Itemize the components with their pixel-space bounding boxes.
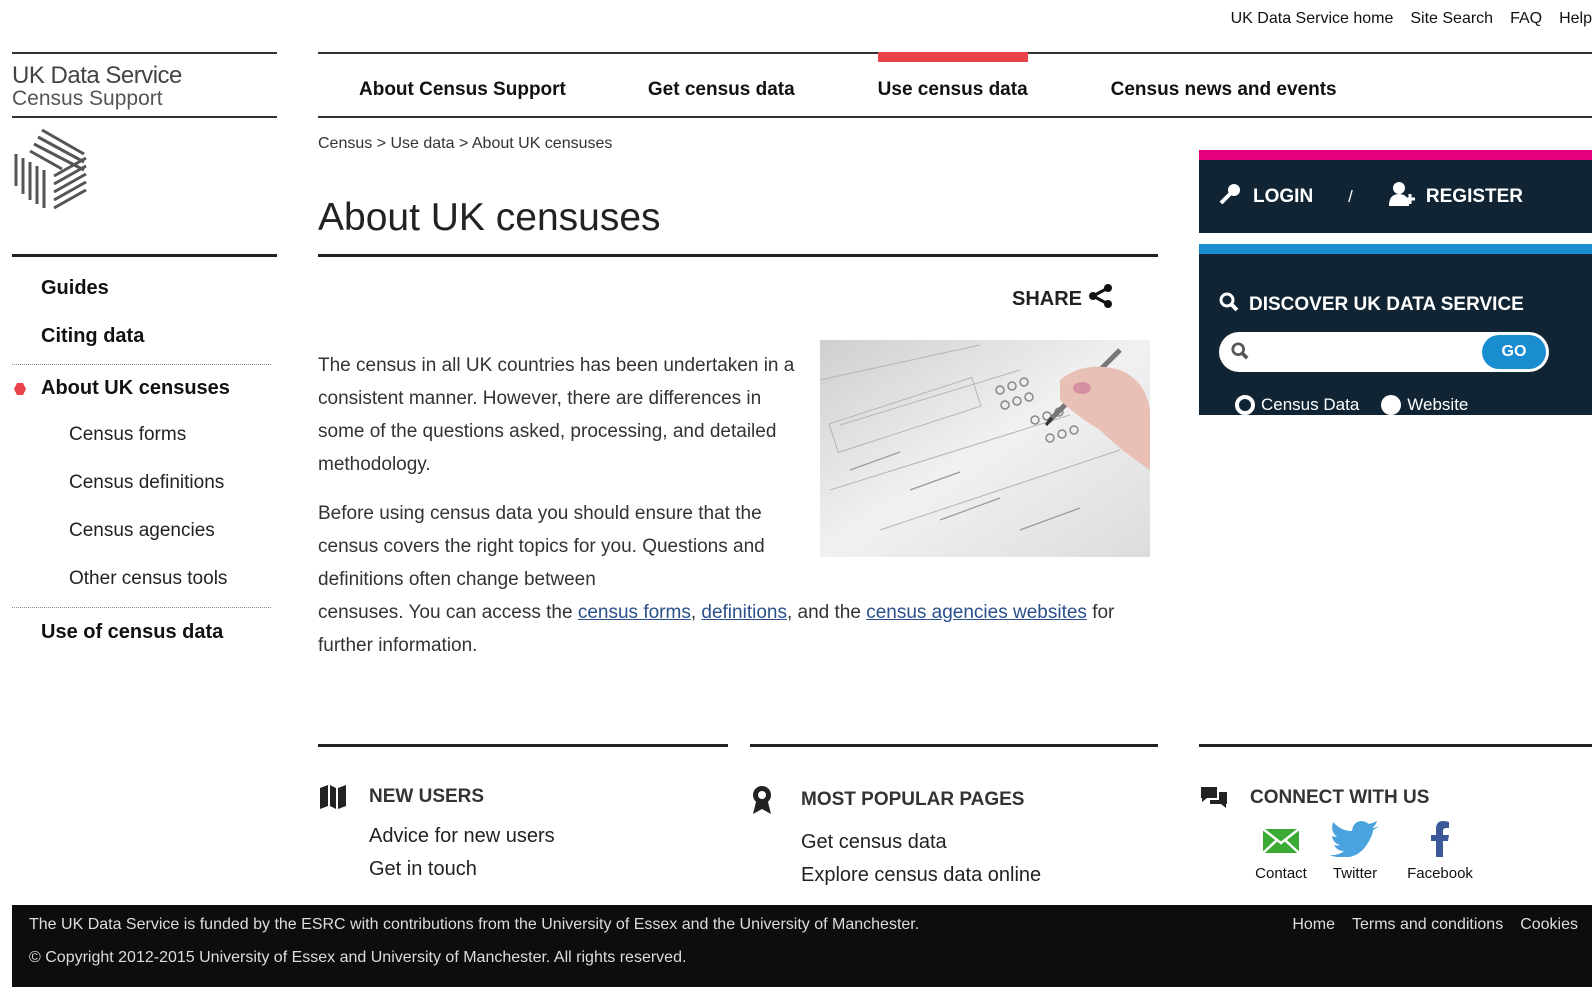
page-title: About UK censuses (318, 196, 661, 239)
contact-label: Contact (1255, 865, 1307, 882)
share-button[interactable]: SHARE (1012, 284, 1114, 314)
key-icon (1219, 183, 1241, 211)
footer-home-link[interactable]: Home (1292, 916, 1335, 934)
util-link-faq[interactable]: FAQ (1510, 10, 1542, 28)
facebook-icon (1429, 821, 1451, 861)
sidebar-item-citing-data[interactable]: Citing data (12, 312, 277, 360)
footer-cookies-link[interactable]: Cookies (1520, 916, 1578, 934)
nav-use-census-data[interactable]: Use census data (877, 52, 1028, 116)
radio-unselected-icon (1381, 395, 1402, 415)
connect-column: CONNECT WITH US Contact Twitter Facebook (1199, 744, 1592, 882)
twitter-link[interactable]: Twitter (1311, 821, 1399, 882)
footer-terms-link[interactable]: Terms and conditions (1352, 916, 1503, 934)
mail-icon (1261, 821, 1301, 861)
logo-mark-icon (12, 124, 92, 214)
site-logo[interactable]: UK Data Service Census Support (12, 52, 277, 118)
facebook-label: Facebook (1407, 865, 1473, 882)
register-button[interactable]: REGISTER (1388, 181, 1524, 212)
discover-title: DISCOVER UK DATA SERVICE (1219, 292, 1524, 318)
site-footer: The UK Data Service is funded by the ESR… (12, 905, 1592, 987)
util-link-search[interactable]: Site Search (1410, 10, 1493, 28)
main-nav: About Census Support Get census data Use… (318, 52, 1592, 118)
new-users-title: NEW USERS (369, 786, 485, 807)
social-links: Contact Twitter Facebook (1199, 821, 1592, 882)
discover-title-label: DISCOVER UK DATA SERVICE (1249, 294, 1524, 315)
guidance-text-start: Before using census data you should ensu… (318, 503, 765, 590)
census-forms-link[interactable]: census forms (578, 602, 691, 623)
discover-search-input[interactable] (1261, 338, 1471, 366)
guidance-paragraph: Before using census data you should ensu… (318, 497, 1158, 662)
discover-search-box: GO (1219, 332, 1549, 372)
award-icon (750, 785, 801, 815)
definitions-link[interactable]: definitions (701, 602, 787, 623)
contact-link[interactable]: Contact (1251, 821, 1311, 882)
intro-paragraph: The census in all UK countries has been … (318, 355, 795, 475)
nav-get-census-data[interactable]: Get census data (648, 54, 795, 116)
popular-pages-heading: MOST POPULAR PAGES (750, 785, 1158, 815)
nav-census-news-events[interactable]: Census news and events (1111, 54, 1337, 116)
advice-new-users-link[interactable]: Advice for new users (318, 820, 728, 853)
new-users-heading: NEW USERS (318, 785, 728, 809)
logo-line1: UK Data Service (12, 62, 182, 89)
login-label: LOGIN (1253, 185, 1314, 207)
guidance-text: censuses. You can access the (318, 602, 578, 623)
twitter-icon (1329, 821, 1381, 861)
sidebar-sub-census-agencies[interactable]: Census agencies (12, 507, 277, 555)
login-register-panel: LOGIN / REGISTER (1199, 150, 1592, 233)
share-label: SHARE (1012, 287, 1083, 310)
connect-heading: CONNECT WITH US (1199, 785, 1592, 811)
radio-label: Website (1407, 395, 1469, 414)
explore-census-data-link[interactable]: Explore census data online (750, 859, 1158, 892)
login-button[interactable]: LOGIN (1219, 183, 1313, 211)
separator-text: , and the (786, 602, 867, 623)
footer-links: Home Terms and conditions Cookies (1292, 916, 1578, 934)
twitter-label: Twitter (1332, 865, 1378, 882)
login-separator: / (1348, 186, 1353, 206)
separator-text: , (690, 602, 702, 623)
util-link-help[interactable]: Help (1559, 10, 1592, 28)
sidebar-item-about-uk-censuses[interactable]: About UK censuses (12, 365, 277, 411)
chat-icon (1199, 785, 1250, 811)
util-link-home[interactable]: UK Data Service home (1231, 10, 1394, 28)
radio-website[interactable]: Website (1381, 395, 1468, 415)
sidebar-sub-census-definitions[interactable]: Census definitions (12, 459, 277, 507)
sidebar-sub-other-census-tools[interactable]: Other census tools (12, 555, 277, 603)
popular-pages-title: MOST POPULAR PAGES (801, 789, 1025, 810)
discover-panel: DISCOVER UK DATA SERVICE GO Census Data … (1199, 244, 1592, 415)
title-divider (318, 254, 1158, 257)
nav-about-census-support[interactable]: About Census Support (359, 54, 566, 116)
search-icon (1231, 342, 1249, 365)
logo-line2: Census Support (12, 87, 163, 110)
current-bullet-icon (14, 383, 26, 395)
facebook-link[interactable]: Facebook (1399, 821, 1481, 882)
register-icon (1388, 181, 1416, 212)
popular-get-census-data-link[interactable]: Get census data (750, 826, 1158, 859)
radio-census-data[interactable]: Census Data (1235, 395, 1359, 415)
copyright-text: © Copyright 2012-2015 University of Esse… (29, 949, 687, 966)
search-icon (1219, 292, 1239, 318)
radio-label: Census Data (1261, 395, 1360, 414)
share-icon (1088, 284, 1114, 314)
utility-nav: UK Data Service home Site Search FAQ Hel… (1231, 10, 1592, 28)
breadcrumb[interactable]: Census > Use data > About UK censuses (318, 135, 612, 153)
search-scope-radios: Census Data Website (1235, 395, 1490, 415)
radio-selected-icon (1235, 395, 1255, 415)
sidebar-nav: Guides Citing data About UK censuses Cen… (12, 254, 277, 656)
sidebar-item-use-of-census-data[interactable]: Use of census data (12, 608, 277, 656)
sidebar-sub-census-forms[interactable]: Census forms (12, 411, 277, 459)
connect-title: CONNECT WITH US (1250, 787, 1430, 808)
new-users-column: NEW USERS Advice for new users Get in to… (318, 744, 728, 886)
map-icon (318, 785, 369, 809)
get-in-touch-link[interactable]: Get in touch (318, 853, 728, 886)
go-button[interactable]: GO (1482, 335, 1546, 369)
popular-pages-column: MOST POPULAR PAGES Get census data Explo… (750, 744, 1158, 892)
funding-text: The UK Data Service is funded by the ESR… (29, 916, 920, 933)
sidebar-item-guides[interactable]: Guides (12, 264, 277, 312)
register-label: REGISTER (1425, 185, 1524, 207)
sidebar-item-label: About UK censuses (41, 377, 230, 399)
census-agencies-link[interactable]: census agencies websites (866, 602, 1087, 623)
